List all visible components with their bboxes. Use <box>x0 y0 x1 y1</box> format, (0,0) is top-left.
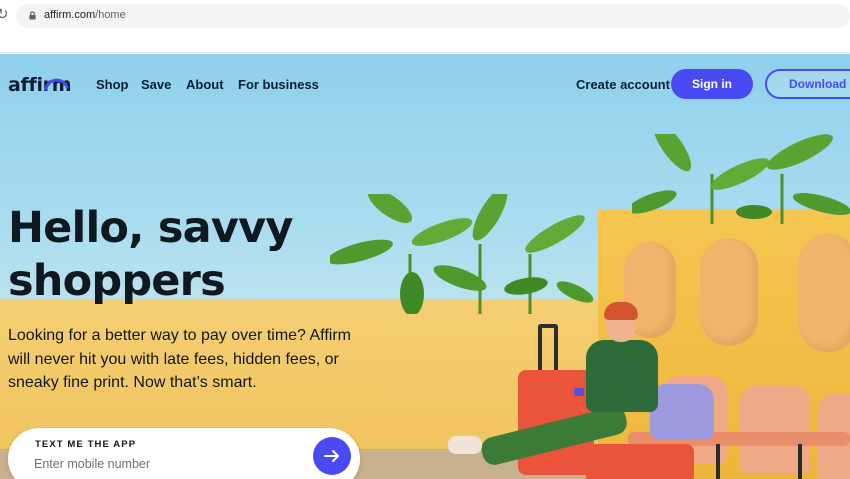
headline-line: shoppers <box>8 256 226 306</box>
browser-toolbar: ↻ affirm.com/home <box>0 0 850 30</box>
download-app-button[interactable]: Download app <box>765 69 850 99</box>
person-hair <box>604 302 638 320</box>
mobile-number-input[interactable] <box>34 454 274 474</box>
address-bar[interactable]: affirm.com/home <box>16 4 850 28</box>
banana-plant-right <box>632 134 850 224</box>
headline-line: Hello, savvy <box>8 203 293 253</box>
nav-link-shop[interactable]: Shop <box>96 77 129 92</box>
url-domain: affirm.com <box>44 9 96 21</box>
description-line: will never hit you with late fees, hidde… <box>8 350 339 368</box>
reload-icon[interactable]: ↻ <box>0 5 9 23</box>
phone <box>574 388 584 396</box>
sign-in-button[interactable]: Sign in <box>671 69 753 99</box>
create-account-link[interactable]: Create account <box>576 77 670 92</box>
suitcase-handle <box>538 324 558 372</box>
url-text: affirm.com/home <box>44 9 126 21</box>
banana-plant-left <box>330 194 594 314</box>
browser-spacer <box>0 30 850 53</box>
description-line: Looking for a better way to pay over tim… <box>8 327 351 344</box>
text-app-label: TEXT ME THE APP <box>35 439 137 450</box>
person-shoe <box>448 436 482 454</box>
hero-description: Looking for a better way to pay over tim… <box>8 324 368 395</box>
top-nav: affirm Shop Save About For business Crea… <box>0 54 850 114</box>
nav-link-for-business[interactable]: For business <box>238 77 319 92</box>
description-line: sneaky fine print. Now that’s smart. <box>8 374 257 391</box>
wall-window <box>700 238 758 346</box>
url-path: /home <box>95 9 126 21</box>
submit-button[interactable] <box>313 437 351 475</box>
nav-link-about[interactable]: About <box>186 77 224 92</box>
page-title: Hello, savvy shoppers <box>8 202 328 308</box>
affirm-arc-icon <box>44 78 69 91</box>
person-shirt <box>586 340 658 412</box>
wall-window <box>798 234 850 352</box>
suitcase <box>586 444 694 479</box>
duffel-bag <box>650 384 714 440</box>
nav-link-save[interactable]: Save <box>141 77 171 92</box>
arrow-right-icon <box>324 450 339 462</box>
lock-icon <box>29 11 36 20</box>
text-app-form: TEXT ME THE APP <box>8 428 360 479</box>
bench-leg <box>798 444 802 479</box>
bench-leg <box>716 444 720 479</box>
